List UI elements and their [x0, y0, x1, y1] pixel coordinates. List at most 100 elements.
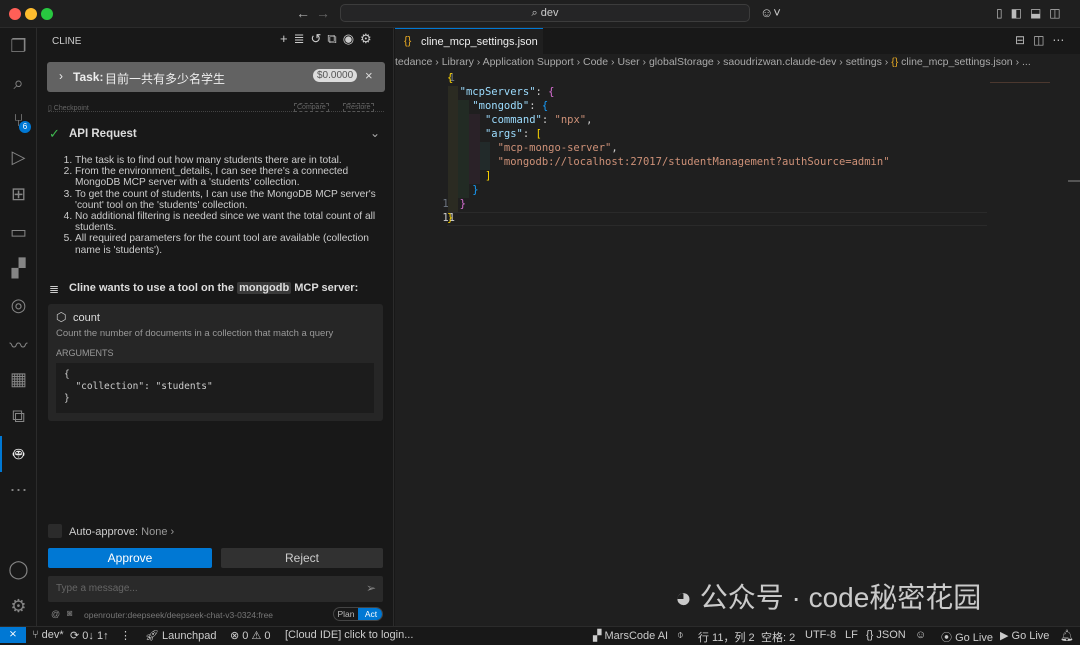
compare-button[interactable]: Compare: [294, 103, 329, 112]
server-name: mongodb: [237, 282, 292, 294]
new-task-icon[interactable]: +: [280, 31, 294, 46]
reject-button[interactable]: Reject: [221, 548, 383, 568]
breadcrumb-item[interactable]: User: [617, 56, 639, 68]
history-icon[interactable]: ↺: [311, 31, 328, 46]
close-window-button[interactable]: [9, 8, 21, 20]
marscode-icon[interactable]: ▞: [0, 258, 37, 279]
settings-gear-icon[interactable]: ⚙: [0, 596, 37, 617]
tool-request-title: Cline wants to use a tool on the mongodb…: [69, 282, 358, 294]
code-editor[interactable]: 1 2 3 4 5 6 7 8 9 10 11 { "mcpServers": …: [395, 70, 1080, 230]
code-line: }: [447, 212, 454, 224]
minimap[interactable]: [990, 73, 1050, 83]
code-line: {: [64, 369, 70, 380]
warning-count: 0: [264, 630, 271, 642]
search-icon[interactable]: ⌕: [0, 73, 37, 94]
breadcrumb-item[interactable]: settings: [846, 56, 882, 68]
breadcrumb-item[interactable]: ...: [1022, 56, 1031, 68]
arrow-right-icon[interactable]: →: [316, 5, 330, 21]
tab-cline-mcp-settings[interactable]: {} cline_mcp_settings.json: [395, 28, 543, 54]
remote-explorer-icon[interactable]: ▭: [0, 222, 37, 243]
code-line: "collection": "students": [64, 381, 213, 392]
tool-prefix: Cline wants to use a tool on the: [69, 282, 235, 294]
restore-button[interactable]: Restore: [343, 103, 374, 112]
list-item: The task is to find out how many student…: [75, 155, 381, 166]
maximize-window-button[interactable]: [41, 8, 53, 20]
more-actions-icon[interactable]: ⋯: [1052, 33, 1072, 47]
scrollbar[interactable]: [1068, 180, 1080, 182]
approve-button[interactable]: Approve: [48, 548, 212, 568]
breadcrumb-item[interactable]: globalStorage: [649, 56, 714, 68]
breadcrumb-item[interactable]: cline_mcp_settings.json: [901, 56, 1012, 68]
editor-actions[interactable]: ⊟◫⋯: [1015, 33, 1072, 47]
account-icon[interactable]: ◯: [0, 559, 37, 580]
chevron-right-icon: ›: [59, 69, 63, 83]
act-option[interactable]: Act: [358, 608, 382, 620]
search-text: dev: [540, 7, 559, 19]
cloud-ide-login[interactable]: [Cloud IDE] click to login...: [285, 629, 413, 641]
plan-act-toggle[interactable]: Plan Act: [333, 607, 383, 621]
encoding[interactable]: UTF-8: [805, 629, 836, 641]
split-editor-icon[interactable]: ◫: [1033, 33, 1052, 47]
status-bar: ⨯ ⑂ dev* ⟳ 0↓ 1↑ ⋮ 🚀︎ Launchpad ⊗ 0 ⚠ 0 …: [0, 626, 1080, 644]
close-task-icon[interactable]: ×: [365, 68, 373, 83]
layout-icon[interactable]: ▯◧⬓◫: [996, 6, 1069, 20]
branch-item[interactable]: ⑂ dev*: [32, 629, 64, 641]
breadcrumb-item[interactable]: tedance: [395, 56, 432, 68]
gitlens-icon[interactable]: ◎: [0, 295, 37, 316]
settings-icon[interactable]: ⚙: [360, 31, 378, 46]
copilot-icon[interactable]: ☺˅: [760, 5, 781, 20]
tool-suffix: MCP server:: [294, 282, 359, 294]
mcp-servers-icon[interactable]: ≣: [294, 31, 311, 46]
wave-icon[interactable]: 〰: [0, 332, 37, 358]
at-mention-icon[interactable]: @: [51, 609, 60, 619]
extensions-icon[interactable]: ⊞: [0, 184, 37, 205]
message-placeholder: Type a message...: [56, 583, 138, 594]
breadcrumb-item[interactable]: Application Support: [483, 56, 574, 68]
minimize-window-button[interactable]: [25, 8, 37, 20]
notifications-icon[interactable]: 🔔︎: [1060, 629, 1074, 642]
breadcrumb-item[interactable]: Code: [583, 56, 608, 68]
camera-icon[interactable]: ◙: [67, 608, 72, 618]
braces-icon: {}: [866, 629, 877, 641]
list-item: From the environment_details, I can see …: [75, 166, 381, 188]
auto-approve-row[interactable]: Auto-approve: None ›: [69, 526, 174, 538]
breadcrumb-item[interactable]: Library: [442, 56, 474, 68]
chevron-down-icon[interactable]: ⌄: [370, 126, 380, 140]
task-header[interactable]: › Task: 目前一共有多少名学生 $0.0000 ×: [47, 62, 385, 92]
more-icon[interactable]: ⋯: [0, 480, 37, 501]
account-icon[interactable]: ◉: [343, 31, 360, 46]
copilot-icon[interactable]: ☺: [915, 629, 926, 641]
explorer-icon[interactable]: ❐: [0, 36, 37, 57]
task-cost-badge: $0.0000: [313, 69, 358, 82]
breadcrumb-item[interactable]: saoudrizwan.claude-dev: [723, 56, 836, 68]
commit-icon[interactable]: ⌽: [677, 629, 684, 642]
sync-item[interactable]: ⟳ 0↓ 1↑: [70, 629, 109, 642]
command-center-search[interactable]: ⌕ dev: [340, 4, 750, 22]
message-input[interactable]: Type a message... ➢: [48, 576, 383, 602]
line-number: 8: [395, 170, 455, 182]
arrow-left-icon[interactable]: ←: [296, 5, 310, 21]
marscode-item[interactable]: ▞ MarsCode AI: [593, 629, 668, 642]
model-selector[interactable]: openrouter:deepseek/deepseek-chat-v3-032…: [84, 610, 273, 620]
language-mode[interactable]: {} JSON: [866, 629, 906, 641]
go-live-item-2[interactable]: ▶ Go Live: [1000, 629, 1049, 642]
code-line: }: [64, 393, 70, 404]
launchpad-item[interactable]: 🚀︎ Launchpad: [145, 629, 216, 642]
go-live-label: Go Live: [955, 632, 993, 644]
send-icon[interactable]: ➢: [366, 581, 376, 595]
cline-robot-icon[interactable]: 🤖︎: [0, 443, 37, 468]
split-layout-icon[interactable]: ⊟: [1015, 33, 1033, 47]
grid-icon[interactable]: ▦: [0, 369, 37, 390]
auto-approve-checkbox[interactable]: [48, 524, 62, 538]
code-panel-icon[interactable]: ⧉: [0, 406, 37, 427]
run-debug-icon[interactable]: ▷: [0, 147, 37, 168]
sync-icon: ⟳: [70, 630, 83, 642]
graph-icon[interactable]: ⋮: [120, 629, 131, 642]
problems-item[interactable]: ⊗ 0 ⚠ 0: [230, 629, 271, 642]
plan-option[interactable]: Plan: [334, 608, 358, 620]
code-line: "args": [: [484, 128, 542, 140]
code-line: "mongodb://localhost:27017/studentManage…: [497, 156, 890, 168]
line-ending[interactable]: LF: [845, 629, 858, 641]
popout-icon[interactable]: ⧉: [327, 31, 342, 46]
remote-icon[interactable]: ⨯: [0, 627, 26, 643]
